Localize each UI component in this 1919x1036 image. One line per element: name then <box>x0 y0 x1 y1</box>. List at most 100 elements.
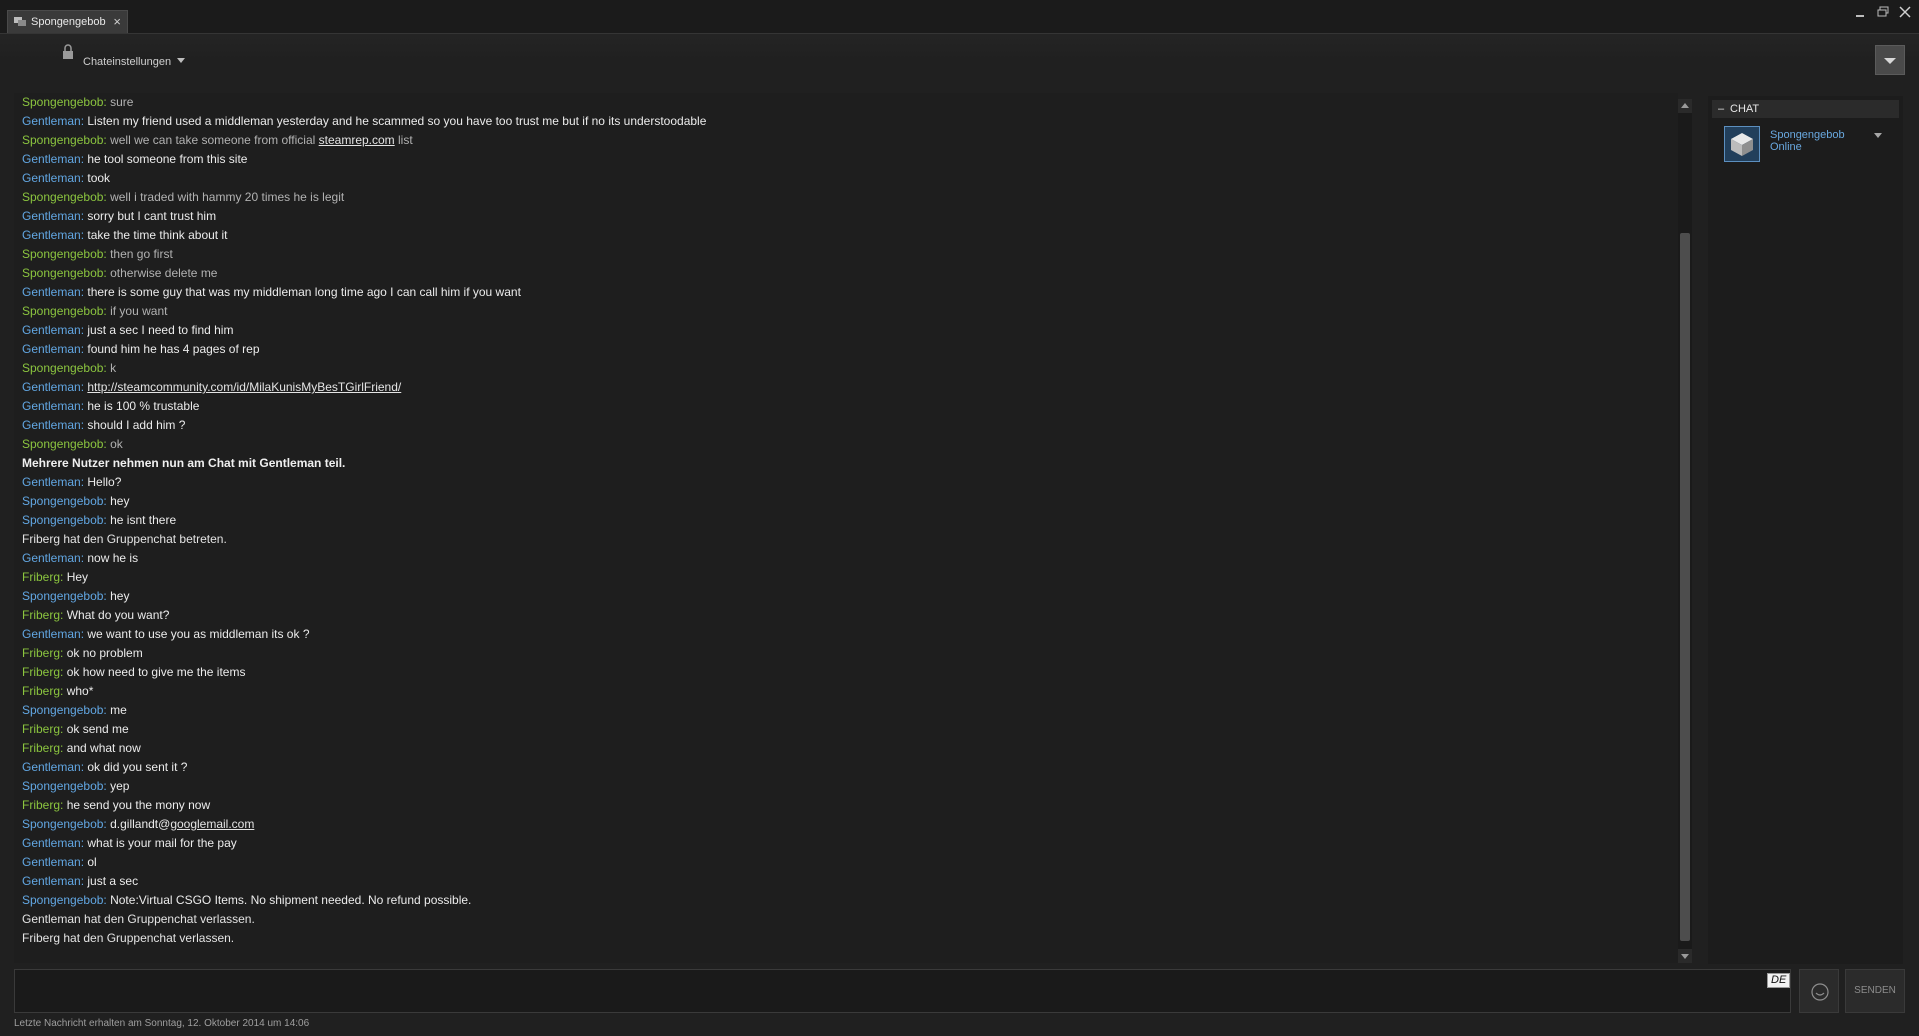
scroll-thumb[interactable] <box>1680 233 1690 941</box>
restore-icon[interactable] <box>1875 4 1891 20</box>
message-text: Note:Virtual CSGO Items. No shipment nee… <box>110 893 472 907</box>
chevron-down-icon[interactable] <box>1874 133 1882 138</box>
chat-message: Gentleman: http://steamcommunity.com/id/… <box>22 378 1648 397</box>
message-sender: Gentleman <box>22 551 81 565</box>
chat-message: Spongengebob: Note:Virtual CSGO Items. N… <box>22 891 1648 910</box>
message-text: ok send me <box>66 722 129 736</box>
collapse-icon: – <box>1718 103 1725 115</box>
message-input[interactable] <box>15 970 1790 1012</box>
chat-message: Spongengebob: well we can take someone f… <box>22 131 1648 150</box>
chat-message: Spongengebob: well i traded with hammy 2… <box>22 188 1648 207</box>
smiley-icon <box>1811 983 1829 1001</box>
message-sender: Gentleman <box>22 760 81 774</box>
member-status: Online <box>1770 141 1802 153</box>
message-sender: Gentleman <box>22 855 81 869</box>
send-button[interactable]: SENDEN <box>1845 969 1905 1013</box>
message-text: just a sec I need to find him <box>87 323 234 337</box>
chat-message: Spongengebob: if you want <box>22 302 1648 321</box>
message-text: he tool someone from this site <box>87 152 248 166</box>
chat-message: Gentleman: Listen my friend used a middl… <box>22 112 1648 131</box>
members-group-title: CHAT <box>1730 103 1760 115</box>
message-sender: Gentleman <box>22 627 81 641</box>
message-sender: Spongengebob <box>22 304 104 318</box>
message-sender: Gentleman <box>22 342 81 356</box>
message-text: well i traded with hammy 20 times he is … <box>110 190 345 204</box>
message-sender: Gentleman <box>22 323 81 337</box>
chat-message: Gentleman: just a sec I need to find him <box>22 321 1648 340</box>
chat-message: Friberg: ok how need to give me the item… <box>22 663 1648 682</box>
triangle-down-icon <box>1884 58 1896 64</box>
emoticon-button[interactable] <box>1799 969 1839 1013</box>
arrow-down-icon <box>1681 954 1689 959</box>
message-sender: Friberg <box>22 646 61 660</box>
chat-message: Mehrere Nutzer nehmen nun am Chat mit Ge… <box>22 454 1648 473</box>
message-text: he is 100 % trustable <box>87 399 200 413</box>
system-message-text: Mehrere Nutzer nehmen nun am Chat mit Ge… <box>22 456 346 470</box>
tab-close-icon[interactable]: × <box>113 14 121 29</box>
message-sender: Spongengebob <box>22 247 104 261</box>
window-menu-button[interactable] <box>1875 45 1905 75</box>
message-sender: Spongengebob <box>22 494 104 508</box>
message-text: sure <box>110 95 134 109</box>
message-link[interactable]: steamrep.com <box>319 133 395 147</box>
message-text: sorry but I cant trust him <box>87 209 217 223</box>
arrow-up-icon <box>1681 103 1689 108</box>
message-sender: Gentleman <box>22 152 81 166</box>
message-sender: Friberg <box>22 608 61 622</box>
chat-message: Spongengebob: sure <box>22 93 1648 112</box>
message-sender: Gentleman <box>22 228 81 242</box>
sender-separator: : <box>60 646 67 660</box>
chat-message: Gentleman: should I add him ? <box>22 416 1648 435</box>
chat-message: Gentleman: took <box>22 169 1648 188</box>
message-link[interactable]: http://steamcommunity.com/id/MilaKunisMy… <box>87 380 401 394</box>
chat-message: Gentleman: just a sec <box>22 872 1648 891</box>
sender-separator: : <box>60 665 67 679</box>
scroll-up-button[interactable] <box>1678 99 1692 113</box>
chat-bubble-icon <box>14 17 26 27</box>
message-text: just a sec <box>87 874 139 888</box>
minimize-icon[interactable] <box>1852 4 1868 20</box>
chat-scrollbar[interactable] <box>1678 99 1692 963</box>
chat-message: Friberg: he send you the mony now <box>22 796 1648 815</box>
message-sender: Gentleman <box>22 380 81 394</box>
sender-separator: : <box>60 570 67 584</box>
message-sender: Gentleman <box>22 285 81 299</box>
message-link[interactable]: googlemail.com <box>170 817 254 831</box>
message-text: we want to use you as middleman its ok ? <box>87 627 310 641</box>
chat-message: Friberg: and what now <box>22 739 1648 758</box>
scroll-down-button[interactable] <box>1678 949 1692 963</box>
chat-message: Friberg hat den Gruppenchat verlassen. <box>22 929 1648 948</box>
message-text-after: list <box>394 133 413 147</box>
members-group-header[interactable]: – CHAT <box>1712 100 1899 118</box>
chat-message: Spongengebob: hey <box>22 587 1648 606</box>
message-sender: Friberg <box>22 665 61 679</box>
message-text: ok how need to give me the items <box>66 665 246 679</box>
last-message-status: Letzte Nachricht erhalten am Sonntag, 12… <box>14 1018 310 1029</box>
tab-spongengebob[interactable]: Spongengebob × <box>7 10 128 33</box>
chat-message: Gentleman: he is 100 % trustable <box>22 397 1648 416</box>
message-text: took <box>87 171 111 185</box>
chat-message: Spongengebob: me <box>22 701 1648 720</box>
message-sender: Gentleman <box>22 475 81 489</box>
window-controls <box>1850 4 1913 22</box>
message-text: ok did you sent it ? <box>87 760 188 774</box>
chat-toolbar: Chateinstellungen <box>0 34 1919 94</box>
chat-message: Gentleman: ok did you sent it ? <box>22 758 1648 777</box>
chat-message: Gentleman: we want to use you as middlem… <box>22 625 1648 644</box>
chat-message: Spongengebob: ok <box>22 435 1648 454</box>
message-text: what is your mail for the pay <box>87 836 237 850</box>
message-sender: Spongengebob <box>22 893 104 907</box>
message-text: hey <box>110 494 130 508</box>
member-item-spongengebob[interactable]: Spongengebob Online <box>1724 126 1894 164</box>
message-text: and what now <box>66 741 141 755</box>
chat-message: Gentleman: there is some guy that was my… <box>22 283 1648 302</box>
chat-message: Spongengebob: yep <box>22 777 1648 796</box>
message-text: ok <box>110 437 123 451</box>
message-sender: Spongengebob <box>22 817 104 831</box>
close-icon[interactable] <box>1897 4 1913 20</box>
message-text: ol <box>87 855 97 869</box>
message-input-box[interactable] <box>14 969 1791 1013</box>
message-sender: Spongengebob <box>22 266 104 280</box>
chat-message: Gentleman: now he is <box>22 549 1648 568</box>
chat-message: Spongengebob: hey <box>22 492 1648 511</box>
